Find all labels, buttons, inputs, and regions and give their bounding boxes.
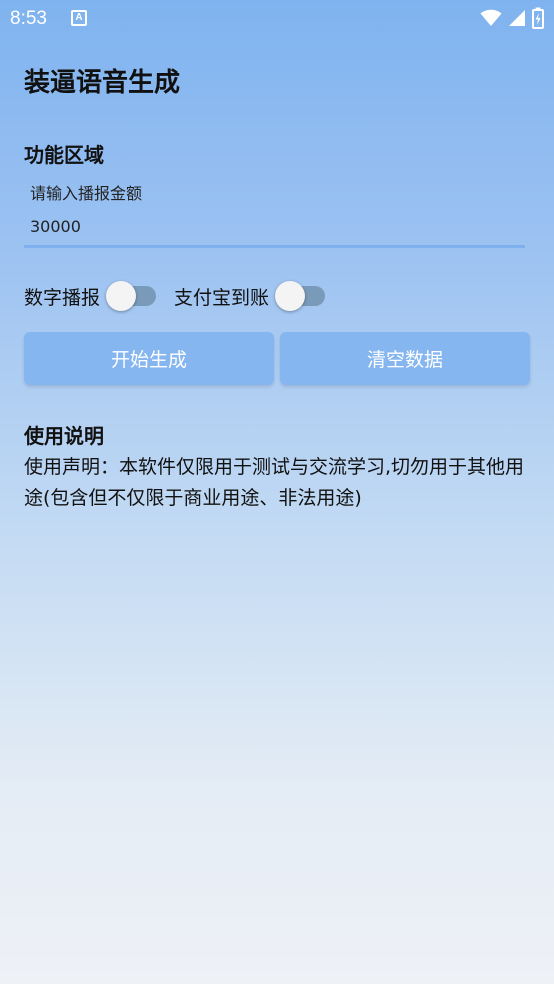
start-generate-button[interactable]: 开始生成	[24, 332, 274, 385]
alipay-received-label: 支付宝到账	[174, 286, 270, 309]
instructions-heading: 使用说明	[24, 424, 104, 448]
amount-input[interactable]	[24, 208, 525, 248]
switch-thumb	[106, 281, 137, 311]
instructions-text: 使用声明：本软件仅限用于测试与交流学习,切勿用于其他用途(包含但不仅限于商业用途…	[24, 456, 525, 509]
status-time: 8:53	[10, 8, 47, 29]
wifi-icon	[480, 9, 502, 26]
app-notification-icon: A	[71, 10, 87, 26]
digit-broadcast-switch[interactable]	[104, 278, 158, 314]
status-bar: 8:53 A	[0, 0, 554, 38]
status-icons	[480, 6, 544, 30]
cellular-signal-icon	[509, 10, 525, 26]
digit-broadcast-label: 数字播报	[24, 286, 101, 309]
function-area-heading: 功能区域	[24, 143, 104, 167]
battery-charging-icon	[532, 7, 544, 29]
switch-thumb	[275, 281, 306, 311]
amount-label: 请输入播报金额	[30, 184, 143, 203]
toggle-row: 数字播报 支付宝到账	[24, 278, 327, 314]
alipay-received-switch[interactable]	[273, 278, 327, 314]
clear-data-button[interactable]: 清空数据	[280, 332, 530, 385]
app-title: 装逼语音生成	[24, 68, 181, 98]
